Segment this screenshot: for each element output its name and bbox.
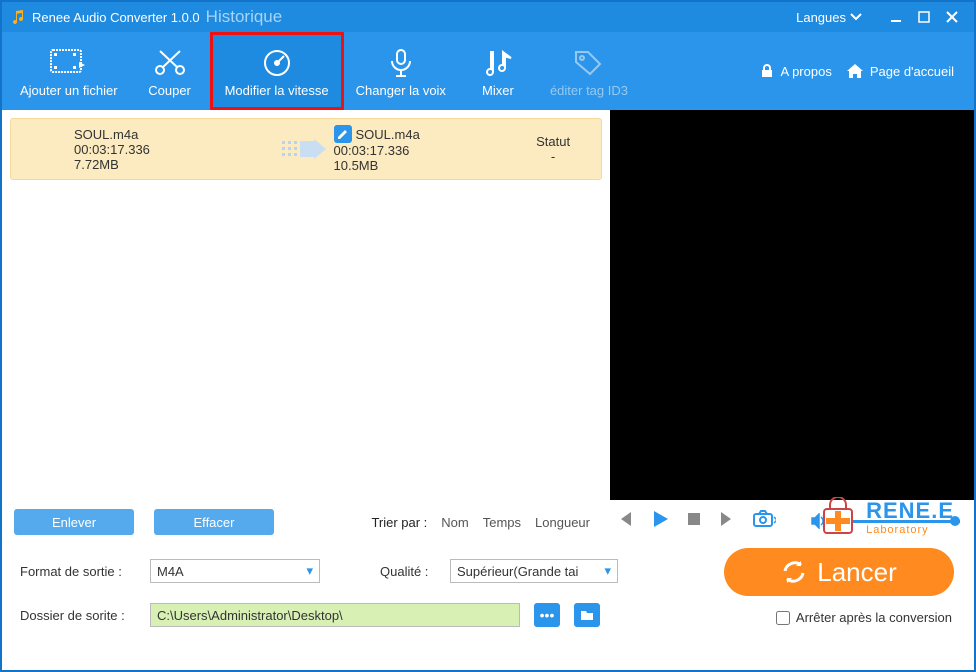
brand-name-suffix: .E [931, 498, 954, 523]
sort-controls: Trier par : Nom Temps Longueur [371, 515, 590, 530]
titlebar: Renee Audio Converter 1.0.0 Historique L… [2, 2, 974, 32]
quality-value: Supérieur(Grande tai [457, 564, 578, 579]
quality-select[interactable]: Supérieur(Grande tai ▾ [450, 559, 618, 583]
more-button[interactable]: ••• [534, 603, 560, 627]
scissors-icon [153, 45, 187, 81]
source-filename: SOUL.m4a [74, 127, 138, 142]
format-label: Format de sortie : [20, 564, 140, 579]
snapshot-button[interactable] [752, 509, 776, 534]
remove-button[interactable]: Enlever [14, 509, 134, 535]
sort-by-name[interactable]: Nom [441, 515, 468, 530]
change-voice-button[interactable]: Changer la voix [344, 32, 458, 110]
about-link[interactable]: A propos [759, 63, 832, 79]
chevron-down-icon: ▾ [604, 563, 611, 579]
mixer-button[interactable]: Mixer [458, 32, 538, 110]
brand-lab: Laboratory [866, 524, 954, 536]
dest-info: SOUL.m4a 00:03:17.336 10.5MB [334, 125, 514, 173]
output-folder-field[interactable]: C:\Users\Administrator\Desktop\ [150, 603, 520, 627]
prev-button[interactable] [616, 510, 634, 533]
status-column: Statut - [513, 134, 593, 164]
close-button[interactable] [938, 3, 966, 31]
app-title: Renee Audio Converter 1.0.0 [32, 10, 200, 25]
launch-button[interactable]: Lancer [724, 548, 954, 596]
source-info: SOUL.m4a 00:03:17.336 7.72MB [74, 127, 274, 172]
tag-icon [572, 45, 606, 81]
main-area: SOUL.m4a 00:03:17.336 7.72MB SOUL.m4a 00… [2, 110, 974, 500]
refresh-icon [781, 559, 807, 585]
source-size: 7.72MB [74, 157, 274, 172]
minimize-button[interactable] [882, 3, 910, 31]
play-button[interactable] [650, 509, 670, 534]
open-folder-button[interactable] [574, 603, 600, 627]
modify-speed-label: Modifier la vitesse [225, 83, 329, 98]
sort-by-time[interactable]: Temps [483, 515, 521, 530]
chevron-down-icon [850, 12, 862, 22]
cut-label: Couper [148, 83, 191, 98]
add-file-button[interactable]: Ajouter un fichier [8, 32, 130, 110]
output-folder-value: C:\Users\Administrator\Desktop\ [157, 608, 343, 623]
sort-label: Trier par : [371, 515, 427, 530]
lock-icon [759, 63, 775, 79]
format-value: M4A [157, 564, 184, 579]
mixer-icon [481, 45, 515, 81]
conversion-arrow-icon [274, 137, 334, 161]
maximize-button[interactable] [910, 3, 938, 31]
chevron-down-icon: ▾ [306, 563, 313, 579]
clear-button[interactable]: Effacer [154, 509, 274, 535]
status-header: Statut [513, 134, 593, 149]
home-icon [846, 63, 864, 79]
status-value: - [513, 149, 593, 164]
file-list: SOUL.m4a 00:03:17.336 7.72MB SOUL.m4a 00… [2, 110, 610, 500]
mixer-label: Mixer [482, 83, 514, 98]
next-button[interactable] [718, 510, 736, 533]
language-selector[interactable]: Langues [796, 10, 862, 25]
file-row[interactable]: SOUL.m4a 00:03:17.336 7.72MB SOUL.m4a 00… [10, 118, 602, 180]
homepage-link[interactable]: Page d'accueil [846, 63, 954, 79]
brand-logo: RENE.E Laboratory [818, 497, 954, 537]
brand-name: RENE [866, 498, 931, 523]
stop-after-checkbox[interactable] [776, 611, 790, 625]
film-add-icon [49, 45, 89, 81]
modify-speed-button[interactable]: Modifier la vitesse [210, 32, 344, 110]
app-logo-icon [10, 9, 26, 25]
homepage-label: Page d'accueil [870, 64, 954, 79]
stop-after-row[interactable]: Arrêter après la conversion [776, 610, 952, 625]
preview-pane [610, 110, 974, 500]
edit-icon[interactable] [334, 125, 352, 143]
output-settings: Format de sortie : M4A ▾ Qualité : Supér… [2, 542, 974, 670]
edit-id3-label: éditer tag ID3 [550, 83, 628, 98]
output-folder-label: Dossier de sorite : [20, 608, 140, 623]
stop-after-label: Arrêter après la conversion [796, 610, 952, 625]
sort-by-length[interactable]: Longueur [535, 515, 590, 530]
language-label: Langues [796, 10, 846, 25]
dest-filename: SOUL.m4a [356, 127, 420, 142]
change-voice-label: Changer la voix [356, 83, 446, 98]
add-file-label: Ajouter un fichier [20, 83, 118, 98]
format-select[interactable]: M4A ▾ [150, 559, 320, 583]
dest-size: 10.5MB [334, 158, 514, 173]
cut-button[interactable]: Couper [130, 32, 210, 110]
quality-label: Qualité : [380, 564, 440, 579]
stop-button[interactable] [686, 511, 702, 532]
about-label: A propos [781, 64, 832, 79]
toolbar: Ajouter un fichier Couper Modifier la vi… [2, 32, 974, 110]
list-controls: Enlever Effacer Trier par : Nom Temps Lo… [2, 500, 602, 544]
dest-duration: 00:03:17.336 [334, 143, 514, 158]
gauge-icon [260, 45, 294, 81]
microphone-icon [384, 45, 418, 81]
source-duration: 00:03:17.336 [74, 142, 274, 157]
brand-bag-icon [818, 497, 858, 537]
edit-id3-button[interactable]: éditer tag ID3 [538, 32, 640, 110]
launch-label: Lancer [817, 557, 897, 588]
history-link[interactable]: Historique [206, 7, 283, 27]
